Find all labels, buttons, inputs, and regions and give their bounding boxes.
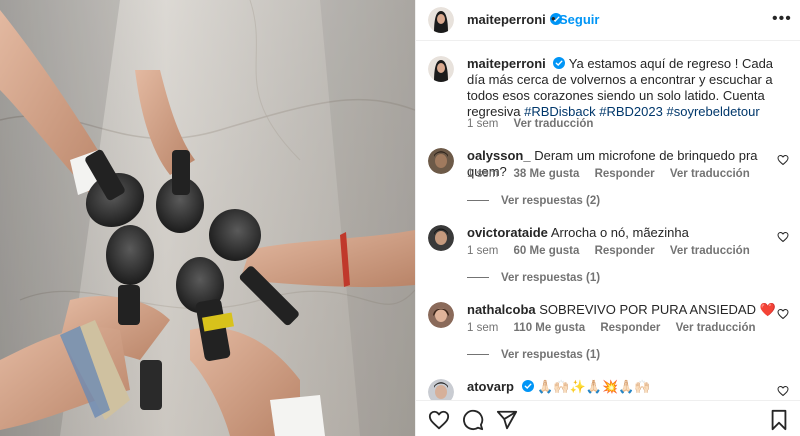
heart-icon[interactable] xyxy=(777,231,789,243)
author-username-text[interactable]: maiteperroni xyxy=(467,12,546,27)
comment-time[interactable]: 1 sem xyxy=(467,322,498,334)
verified-badge-icon xyxy=(553,57,566,69)
heart-icon[interactable] xyxy=(777,385,789,397)
caption-text: maiteperroni Ya estamos aquí de regreso … xyxy=(467,56,777,120)
replies-line xyxy=(467,200,489,202)
comment-text: ovictorataide Arrocha o nó, mãezinha xyxy=(467,225,777,241)
caption-translate-link[interactable]: Ver traducción xyxy=(514,118,594,130)
comment-icon[interactable] xyxy=(462,409,484,431)
heart-icon[interactable] xyxy=(777,308,789,320)
hashtag-link[interactable]: #RBDisback xyxy=(524,104,596,119)
reply-button[interactable]: Responder xyxy=(595,168,655,180)
instagram-post: maiteperroni • Seguir ••• maiteperroni Y… xyxy=(0,0,800,436)
commenter-avatar[interactable] xyxy=(428,148,454,174)
view-replies-button[interactable]: Ver respuestas (1) xyxy=(467,272,600,284)
replies-line xyxy=(467,277,489,279)
post-actions-bar xyxy=(416,400,800,436)
verified-badge-icon xyxy=(521,380,534,392)
share-icon[interactable] xyxy=(496,409,518,431)
hashtag-link[interactable]: #RBD2023 xyxy=(599,104,663,119)
view-replies-button[interactable]: Ver respuestas (1) xyxy=(467,349,600,361)
view-replies-label[interactable]: Ver respuestas (2) xyxy=(501,195,600,207)
heart-icon[interactable] xyxy=(777,154,789,166)
view-replies-button[interactable]: Ver respuestas (2) xyxy=(467,195,600,207)
translate-link[interactable]: Ver traducción xyxy=(670,245,750,257)
author-avatar[interactable] xyxy=(428,7,454,33)
comment-body: Arrocha o nó, mãezinha xyxy=(550,225,689,240)
post-side-panel: maiteperroni • Seguir ••• maiteperroni Y… xyxy=(415,0,800,436)
comment-likes[interactable]: 110 Me gusta xyxy=(514,322,586,334)
caption-avatar[interactable] xyxy=(428,56,454,82)
follow-button[interactable]: Seguir xyxy=(559,12,599,27)
caption-username[interactable]: maiteperroni xyxy=(467,56,546,71)
post-photo[interactable] xyxy=(0,0,415,436)
bookmark-icon[interactable] xyxy=(768,409,790,431)
comment-username[interactable]: atovarp xyxy=(467,379,514,394)
translate-link[interactable]: Ver traducción xyxy=(676,322,756,334)
comment-username[interactable]: oalysson_ xyxy=(467,148,531,163)
photo-hands-microphones xyxy=(0,0,415,436)
reply-button[interactable]: Responder xyxy=(600,322,660,334)
comment-time[interactable]: 1 sem xyxy=(467,245,498,257)
comment-body: 🙏🏻🙌🏻✨🙏🏻💥🙏🏻🙌🏻 xyxy=(537,379,651,394)
heart-icon[interactable] xyxy=(428,409,450,431)
comment-time[interactable]: 1 sem xyxy=(467,168,498,180)
comment-body: SOBREVIVO POR PURA ANSIEDAD ❤️ xyxy=(539,302,776,317)
hashtag-link[interactable]: #soyrebeldetour xyxy=(666,104,759,119)
comment-likes[interactable]: 38 Me gusta xyxy=(514,168,580,180)
comment-meta: 1 sem 60 Me gusta Responder Ver traducci… xyxy=(467,245,762,257)
caption-time[interactable]: 1 sem xyxy=(467,118,498,130)
reply-button[interactable]: Responder xyxy=(595,245,655,257)
comment-meta: 1 sem 38 Me gusta Responder Ver traducci… xyxy=(467,168,762,180)
comment-username[interactable]: ovictorataide xyxy=(467,225,548,240)
separator-dot: • xyxy=(551,11,556,26)
view-replies-label[interactable]: Ver respuestas (1) xyxy=(501,349,600,361)
commenter-avatar[interactable] xyxy=(428,302,454,328)
comment-username[interactable]: nathalcoba xyxy=(467,302,536,317)
comment-text: nathalcoba SOBREVIVO POR PURA ANSIEDAD ❤… xyxy=(467,302,777,318)
comment-likes[interactable]: 60 Me gusta xyxy=(514,245,580,257)
replies-line xyxy=(467,354,489,356)
caption-meta: 1 sem Ver traducción xyxy=(467,118,605,130)
translate-link[interactable]: Ver traducción xyxy=(670,168,750,180)
comment-meta: 1 sem 110 Me gusta Responder Ver traducc… xyxy=(467,322,768,334)
post-header: maiteperroni • Seguir ••• xyxy=(416,0,800,40)
header-divider xyxy=(416,40,800,41)
commenter-avatar[interactable] xyxy=(428,225,454,251)
more-options-icon[interactable]: ••• xyxy=(772,11,792,27)
view-replies-label[interactable]: Ver respuestas (1) xyxy=(501,272,600,284)
author-username[interactable]: maiteperroni xyxy=(467,12,562,27)
comment-text: atovarp 🙏🏻🙌🏻✨🙏🏻💥🙏🏻🙌🏻 xyxy=(467,379,777,395)
